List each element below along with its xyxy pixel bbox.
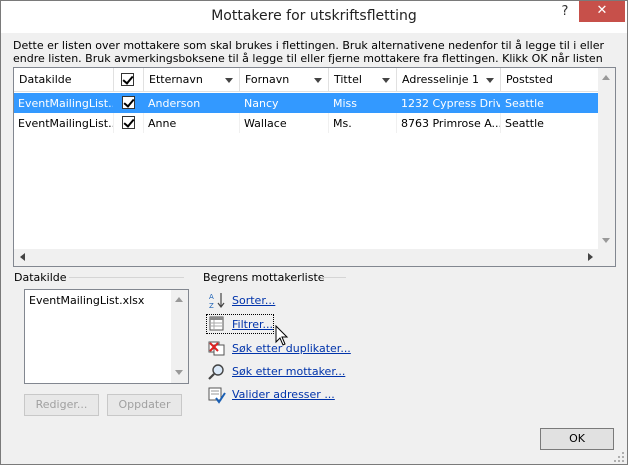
close-button[interactable]: ✕ bbox=[579, 1, 625, 22]
sort-link[interactable]: Sorter... bbox=[232, 294, 275, 307]
title-bar: Mottakere for utskriftsfletting ? ✕ bbox=[1, 1, 627, 33]
scroll-up-icon[interactable] bbox=[602, 75, 610, 80]
edit-button[interactable]: Rediger... bbox=[24, 394, 99, 416]
horizontal-scrollbar[interactable] bbox=[14, 249, 600, 266]
resize-grip-icon[interactable] bbox=[613, 451, 625, 463]
include-checkbox[interactable] bbox=[122, 116, 135, 129]
cell-datakilde: EventMailingList... bbox=[14, 113, 114, 133]
svg-text:A: A bbox=[209, 293, 214, 301]
column-header-datakilde[interactable]: Datakilde bbox=[14, 68, 114, 92]
column-header-etternavn-label: Etternavn bbox=[149, 73, 203, 86]
sort-az-icon: A Z bbox=[209, 293, 225, 309]
dialog-title: Mottakere for utskriftsfletting bbox=[211, 8, 417, 24]
ok-button[interactable]: OK bbox=[540, 428, 614, 450]
column-header-adresselinje[interactable]: Adresselinje 1 bbox=[397, 68, 501, 92]
column-header-fornavn-label: Fornavn bbox=[245, 73, 290, 86]
datasource-listbox[interactable]: EventMailingList.xlsx bbox=[24, 289, 189, 384]
scroll-down-icon[interactable] bbox=[602, 238, 610, 243]
validate-addresses-link[interactable]: Valider adresser ... bbox=[232, 388, 335, 401]
dropdown-arrow-icon[interactable] bbox=[486, 78, 494, 83]
column-header-include[interactable] bbox=[114, 68, 144, 92]
list-item[interactable]: EventMailingList.xlsx bbox=[29, 294, 144, 307]
table-row[interactable]: EventMailingList... Anne Wallace Ms. 876… bbox=[14, 113, 600, 133]
refine-section-label: Begrens mottakerliste bbox=[203, 271, 325, 284]
column-header-poststed[interactable]: Poststed bbox=[501, 68, 600, 92]
scrollbar-corner bbox=[598, 249, 615, 266]
search-icon bbox=[208, 364, 224, 380]
column-header-etternavn[interactable]: Etternavn bbox=[144, 68, 240, 92]
scroll-right-icon[interactable] bbox=[588, 253, 593, 261]
validate-address-icon bbox=[208, 387, 226, 404]
filter-link[interactable]: Filtrer... bbox=[232, 318, 273, 331]
filter-table-icon bbox=[209, 316, 224, 331]
find-duplicates-link[interactable]: Søk etter duplikater... bbox=[232, 342, 351, 355]
scroll-up-icon[interactable] bbox=[175, 297, 183, 302]
table-row[interactable]: EventMailingList... Anderson Nancy Miss … bbox=[14, 93, 600, 113]
column-header-adresselinje-label: Adresselinje 1 bbox=[402, 73, 479, 86]
duplicates-icon bbox=[208, 341, 225, 356]
mail-merge-recipients-dialog: Mottakere for utskriftsfletting ? ✕ Dett… bbox=[0, 0, 628, 465]
help-button[interactable]: ? bbox=[554, 3, 576, 23]
cell-include bbox=[114, 93, 144, 113]
cell-datakilde: EventMailingList... bbox=[18, 97, 114, 110]
find-recipient-link[interactable]: Søk etter mottaker... bbox=[232, 365, 345, 378]
cell-include bbox=[114, 113, 144, 133]
svg-text:Z: Z bbox=[209, 302, 214, 309]
cell-tittel: Miss bbox=[333, 97, 358, 110]
select-all-checkbox[interactable] bbox=[121, 73, 134, 86]
cell-etternavn: Anne bbox=[144, 113, 240, 133]
dropdown-arrow-icon[interactable] bbox=[225, 78, 233, 83]
vertical-scrollbar[interactable] bbox=[598, 68, 615, 251]
cell-fornavn: Nancy bbox=[244, 97, 279, 110]
include-checkbox[interactable] bbox=[122, 96, 135, 109]
datasource-section-label: Datakilde bbox=[14, 271, 67, 284]
cell-poststed: Seattle bbox=[501, 113, 600, 133]
column-header-fornavn[interactable]: Fornavn bbox=[240, 68, 329, 92]
recipients-grid[interactable]: Datakilde Etternavn Fornavn Tittel Adres… bbox=[13, 67, 616, 267]
scroll-down-icon[interactable] bbox=[175, 370, 183, 375]
datasource-divider bbox=[69, 277, 184, 278]
cell-fornavn: Wallace bbox=[240, 113, 329, 133]
column-header-tittel[interactable]: Tittel bbox=[329, 68, 397, 92]
refresh-button[interactable]: Oppdater bbox=[107, 394, 182, 416]
dropdown-arrow-icon[interactable] bbox=[382, 78, 390, 83]
grid-header: Datakilde Etternavn Fornavn Tittel Adres… bbox=[14, 68, 600, 92]
listbox-scrollbar[interactable] bbox=[171, 290, 188, 383]
cell-tittel: Ms. bbox=[329, 113, 397, 133]
column-header-tittel-label: Tittel bbox=[334, 73, 362, 86]
refine-divider bbox=[321, 277, 346, 278]
mouse-pointer-icon bbox=[275, 325, 289, 346]
scroll-left-icon[interactable] bbox=[20, 253, 25, 261]
cell-adresselinje: 8763 Primrose A... bbox=[397, 113, 501, 133]
cell-etternavn: Anderson bbox=[148, 97, 201, 110]
cell-poststed: Seattle bbox=[505, 97, 544, 110]
dropdown-arrow-icon[interactable] bbox=[314, 78, 322, 83]
cell-adresselinje: 1232 Cypress Drive bbox=[401, 97, 501, 110]
